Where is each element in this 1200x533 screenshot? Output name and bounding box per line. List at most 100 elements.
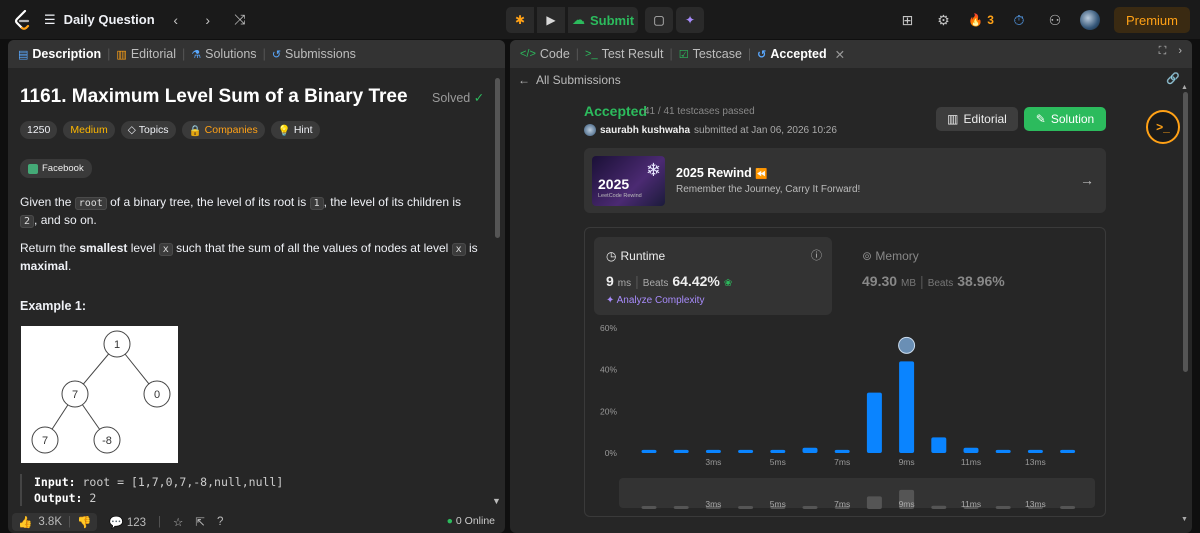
x-tick-label: 5ms — [770, 457, 786, 467]
scroll-down-icon[interactable]: ▼ — [492, 496, 501, 506]
tab-code[interactable]: </> Code — [520, 47, 570, 61]
page-title[interactable]: 1161. Maximum Level Sum of a Binary Tree — [20, 86, 408, 108]
tree-node-label: 7 — [72, 389, 78, 401]
avatar[interactable] — [584, 124, 596, 136]
close-icon[interactable]: ✕ — [835, 47, 845, 62]
daily-question-title: Daily Question — [63, 12, 155, 27]
result-panel: </> Code | >_ Test Result | ☑ Testcase | ↺ A… — [510, 40, 1192, 533]
checkbox-icon: ☑ — [678, 48, 689, 61]
overview-tick-label: 5ms — [770, 499, 786, 509]
online-count: ● 0 Online — [446, 515, 495, 527]
arrow-right-icon[interactable]: → — [1080, 172, 1094, 188]
rewind-thumbnail: ❄ 2025 LeetCode Rewind — [592, 156, 665, 206]
topics-tag[interactable]: ◇ Topics — [120, 121, 176, 139]
notes-button[interactable]: ▢ — [645, 7, 673, 33]
avatar[interactable] — [1079, 10, 1100, 30]
company-tag-facebook[interactable]: Facebook — [20, 159, 92, 178]
layout-grid-icon[interactable]: ⊞ — [896, 9, 918, 31]
problem-tags: 1250 Medium ◇ Topics 🔒 Companies 💡 Hint — [20, 121, 320, 139]
tab-editorial[interactable]: ▥ Editorial — [116, 47, 176, 61]
chart-bar — [738, 449, 754, 453]
book-icon: ▥ — [947, 112, 959, 126]
submit-button[interactable]: ☁ Submit — [568, 7, 638, 33]
scroll-up-icon[interactable]: ▲ — [1181, 84, 1188, 91]
solved-status: Solved ✓ — [432, 91, 485, 105]
chart-bar — [705, 449, 721, 453]
x-tick-label: 9ms — [899, 457, 915, 467]
x-tick-label: 13ms — [1025, 457, 1046, 467]
sparkle-icon: ✦ — [684, 13, 696, 27]
solution-button[interactable]: ✎ Solution — [1024, 107, 1106, 131]
help-icon[interactable]: ? — [217, 516, 223, 528]
next-problem-icon[interactable]: › — [197, 9, 219, 31]
prev-problem-icon[interactable]: ‹ — [165, 9, 187, 31]
example-title: Example 1: — [20, 299, 87, 313]
ai-assistant-button[interactable]: ✦ — [676, 7, 704, 33]
like-button[interactable]: 👍 3.8K | 👎 — [12, 512, 98, 531]
overview-bar — [802, 506, 818, 509]
tab-description[interactable]: ▤ Description — [18, 47, 101, 61]
tab-accepted[interactable]: ↺ Accepted ✕ — [757, 47, 845, 62]
thumbs-up-icon: 👍 — [18, 516, 33, 529]
tab-solutions[interactable]: ⚗ Solutions — [191, 47, 256, 61]
scrollbar[interactable] — [1183, 92, 1188, 372]
rewind-description: Remember the Journey, Carry It Forward! — [676, 184, 861, 195]
leetcode-logo[interactable] — [12, 9, 34, 31]
tab-testcase[interactable]: ☑ Testcase — [679, 47, 742, 61]
run-submit-group: ✱ ▶ ☁ Submit ▢ ✦ — [506, 7, 704, 33]
range-overview — [619, 478, 1095, 508]
link-icon[interactable]: 🔗 — [1166, 72, 1180, 85]
companies-tag[interactable]: 🔒 Companies — [181, 121, 265, 139]
run-button[interactable]: ▶ — [537, 7, 565, 33]
description-footer: 👍 3.8K | 👎 💬 123 | ☆ ⇱ ? ● 0 Online — [8, 510, 505, 533]
y-tick-label: 20% — [600, 406, 617, 416]
rating-badge: 1250 — [20, 121, 58, 139]
chart-bar — [770, 449, 786, 453]
testcases-passed: 41 / 41 testcases passed — [644, 106, 755, 117]
chevron-right-icon[interactable]: › — [1178, 45, 1182, 58]
problem-list-button[interactable]: ☰ Daily Question — [44, 12, 155, 28]
comments-button[interactable]: 💬 123 — [109, 515, 146, 529]
debug-button[interactable]: ✱ — [506, 7, 534, 33]
fire-icon: 🔥 — [968, 13, 984, 27]
runtime-distribution-chart[interactable]: 0% 20% 40% 60% 3ms 5ms 7ms 9ms 11ms 13ms 3ms 5ms 7ms… — [585, 228, 1105, 516]
hint-tag[interactable]: 💡 Hint — [270, 121, 320, 139]
note-icon: ▢ — [653, 13, 665, 27]
scrollbar[interactable] — [495, 78, 500, 238]
code-icon: </> — [520, 48, 536, 60]
expand-icon[interactable]: ⛶ — [1159, 45, 1167, 58]
document-icon: ▤ — [18, 48, 29, 61]
description-paragraph-1: Given the root of a binary tree, the lev… — [20, 195, 461, 228]
history-icon: ↺ — [757, 48, 767, 61]
gear-icon[interactable]: ⚙ — [932, 9, 954, 31]
add-friend-icon[interactable]: ⚇ — [1044, 9, 1066, 31]
overview-tick-label: 9ms — [899, 499, 915, 509]
x-tick-label: 3ms — [705, 457, 721, 467]
timer-icon[interactable]: ⏱ — [1008, 9, 1030, 31]
star-icon[interactable]: ☆ — [173, 515, 183, 529]
chart-bar — [963, 447, 979, 453]
terminal-assistant-button[interactable]: >_ — [1146, 110, 1180, 144]
scroll-down-icon[interactable]: ▼ — [1181, 516, 1188, 523]
streak-counter[interactable]: 🔥 3 — [968, 13, 994, 27]
tab-submissions[interactable]: ↺ Submissions — [272, 47, 356, 61]
chart-bar — [802, 447, 818, 453]
status-badge: Accepted — [584, 103, 648, 119]
tab-test-result[interactable]: >_ Test Result — [585, 47, 663, 61]
back-to-submissions[interactable]: ← All Submissions — [518, 73, 621, 87]
terminal-icon: >_ — [585, 48, 598, 60]
shuffle-icon[interactable]: ⤨ — [229, 9, 251, 31]
y-tick-label: 60% — [600, 323, 617, 333]
play-icon: ▶ — [546, 13, 556, 27]
top-bar: ☰ Daily Question ‹ › ⤨ ✱ ▶ ☁ Submit ▢ ✦ ⊞… — [0, 0, 1200, 39]
editorial-button[interactable]: ▥ Editorial — [936, 107, 1018, 131]
tree-node-label: 0 — [154, 389, 160, 401]
x-tick-label: 7ms — [834, 457, 850, 467]
overview-tick-label: 13ms — [1025, 499, 1046, 509]
chart-bar — [1060, 449, 1076, 453]
share-icon[interactable]: ⇱ — [195, 515, 205, 529]
premium-button[interactable]: Premium — [1113, 7, 1190, 33]
tag-icon: ◇ — [127, 124, 136, 136]
rewind-banner[interactable]: ❄ 2025 LeetCode Rewind 2025 Rewind ⏪ Rem… — [584, 148, 1106, 213]
overview-bar — [673, 506, 689, 509]
